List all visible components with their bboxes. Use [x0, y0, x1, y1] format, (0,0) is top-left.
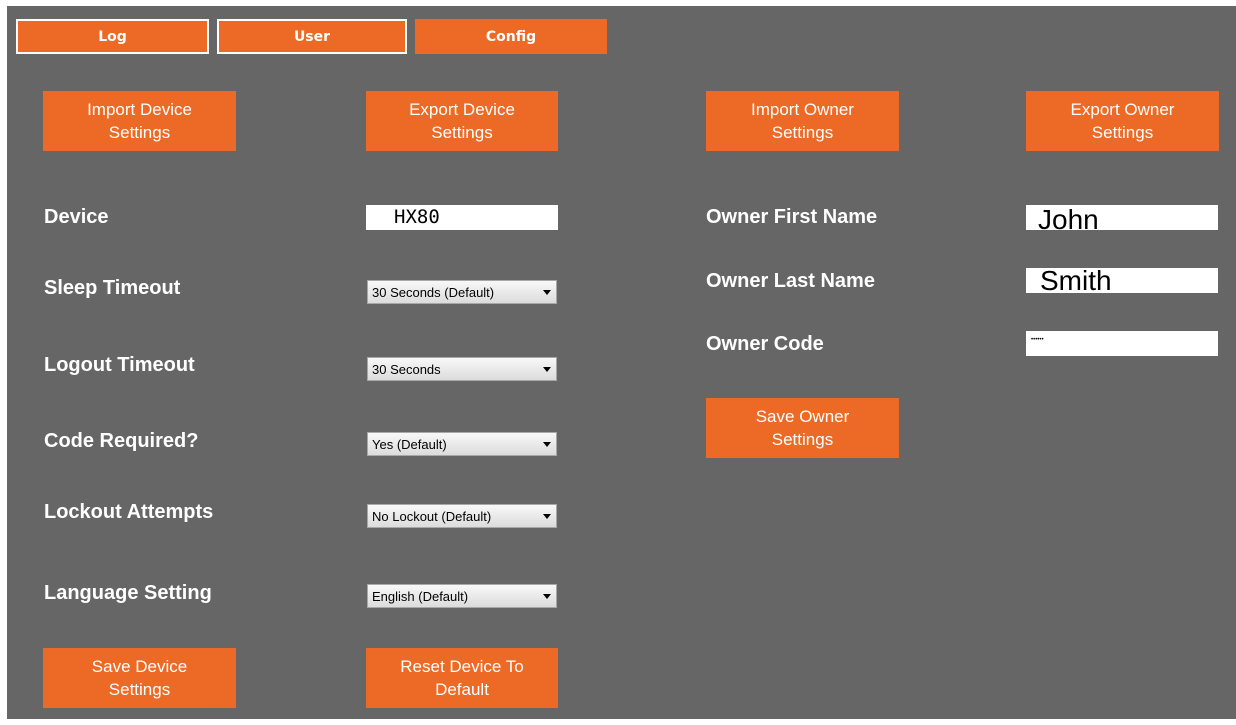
- import-device-settings-button[interactable]: Import Device Settings: [43, 91, 236, 151]
- owner-code-label: Owner Code: [706, 333, 824, 355]
- chevron-down-icon: [543, 290, 551, 295]
- code-required-select[interactable]: Yes (Default): [367, 432, 557, 456]
- chevron-down-icon: [543, 367, 551, 372]
- device-name-field[interactable]: HX80: [366, 205, 558, 230]
- code-required-label: Code Required?: [44, 430, 199, 452]
- owner-last-name-value: Smith: [1040, 268, 1112, 293]
- code-required-value: Yes (Default): [372, 436, 447, 452]
- owner-first-name-field[interactable]: John: [1026, 205, 1218, 230]
- owner-code-field[interactable]: ••••••: [1026, 331, 1218, 356]
- save-device-settings-button[interactable]: Save Device Settings: [43, 648, 236, 708]
- tab-log-label: Log: [98, 28, 127, 45]
- language-setting-value: English (Default): [372, 588, 469, 604]
- owner-first-name-label: Owner First Name: [706, 206, 878, 228]
- save-device-settings-label: Save Device Settings: [91, 657, 188, 699]
- reset-device-to-default-label: Reset Device To Default: [400, 657, 524, 699]
- import-device-settings-label: Import Device Settings: [87, 100, 192, 142]
- import-owner-settings-label: Import Owner Settings: [751, 100, 854, 142]
- logout-timeout-select[interactable]: 30 Seconds: [367, 357, 557, 381]
- sleep-timeout-label: Sleep Timeout: [44, 277, 181, 299]
- lockout-attempts-label: Lockout Attempts: [44, 501, 214, 523]
- language-setting-select[interactable]: English (Default): [367, 584, 557, 608]
- export-device-settings-button[interactable]: Export Device Settings: [366, 91, 558, 151]
- logout-timeout-value: 30 Seconds: [372, 361, 441, 377]
- tab-user[interactable]: User: [217, 19, 407, 54]
- owner-last-name-label: Owner Last Name: [706, 270, 875, 292]
- owner-code-value: ••••••: [1031, 337, 1044, 343]
- save-owner-settings-label: Save Owner Settings: [755, 407, 850, 449]
- tab-config-label: Config: [485, 28, 537, 45]
- export-device-settings-label: Export Device Settings: [409, 100, 515, 142]
- lockout-attempts-select[interactable]: No Lockout (Default): [367, 504, 557, 528]
- tab-user-label: User: [293, 28, 331, 45]
- owner-last-name-field[interactable]: Smith: [1026, 268, 1218, 293]
- chevron-down-icon: [543, 594, 551, 599]
- reset-device-to-default-button[interactable]: Reset Device To Default: [366, 648, 558, 708]
- lockout-attempts-value: No Lockout (Default): [372, 508, 492, 524]
- import-owner-settings-button[interactable]: Import Owner Settings: [706, 91, 899, 151]
- logout-timeout-label: Logout Timeout: [44, 354, 195, 376]
- tab-log[interactable]: Log: [16, 19, 209, 54]
- chevron-down-icon: [543, 442, 551, 447]
- tab-config[interactable]: Config: [415, 19, 607, 54]
- sleep-timeout-select[interactable]: 30 Seconds (Default): [367, 280, 557, 304]
- device-label: Device: [44, 206, 109, 228]
- sleep-timeout-value: 30 Seconds (Default): [372, 284, 495, 300]
- chevron-down-icon: [543, 514, 551, 519]
- export-owner-settings-button[interactable]: Export Owner Settings: [1026, 91, 1219, 151]
- owner-first-name-value: John: [1038, 205, 1099, 230]
- language-setting-label: Language Setting: [44, 582, 212, 604]
- device-name-value: HX80: [394, 206, 440, 228]
- save-owner-settings-button[interactable]: Save Owner Settings: [706, 398, 899, 458]
- config-panel: Log User Config Import Device Settings E…: [7, 6, 1236, 719]
- export-owner-settings-label: Export Owner Settings: [1070, 100, 1175, 142]
